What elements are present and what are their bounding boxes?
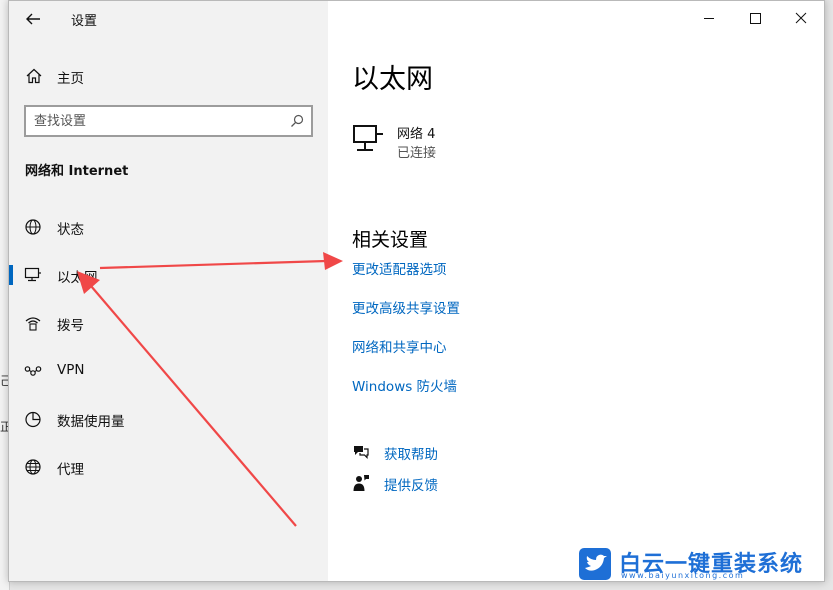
sidebar-item-label: 状态 (57, 222, 84, 238)
sidebar-item-label: 以太网 (57, 270, 98, 286)
windows-firewall-link[interactable]: Windows 防火墙 (352, 375, 457, 395)
network-name: 网络 4 (397, 127, 436, 142)
data-usage-icon (24, 410, 42, 428)
settings-window: 设置 主页 网络和 Internet 状态 以太网 (8, 0, 825, 582)
maximize-button[interactable] (732, 1, 778, 35)
feedback-row[interactable]: 提供反馈 (352, 472, 552, 494)
change-adapter-options-link[interactable]: 更改适配器选项 (352, 258, 447, 278)
network-status: 已连接 (397, 146, 437, 161)
sidebar-item-data-usage[interactable]: 数据使用量 (9, 402, 328, 436)
sidebar-item-label: VPN (57, 362, 85, 378)
minimize-button[interactable] (686, 1, 732, 35)
home-nav-item[interactable]: 主页 (9, 61, 328, 91)
sidebar-item-status[interactable]: 状态 (9, 210, 328, 244)
home-label: 主页 (57, 71, 84, 87)
globe-status-icon (24, 218, 42, 236)
app-title: 设置 (71, 14, 98, 29)
close-button[interactable] (778, 1, 824, 35)
get-help-link[interactable]: 获取帮助 (384, 443, 438, 463)
search-box[interactable] (24, 105, 313, 137)
network-sharing-center-link[interactable]: 网络和共享中心 (352, 336, 447, 356)
sidebar-item-label: 拨号 (57, 318, 84, 334)
sidebar: 设置 主页 网络和 Internet 状态 以太网 (9, 1, 328, 581)
ethernet-monitor-icon (352, 123, 386, 155)
watermark: 白云一键重装系统 www.baiyunxitong.com (575, 546, 825, 582)
change-sharing-settings-link[interactable]: 更改高级共享设置 (352, 297, 460, 317)
search-input[interactable] (34, 111, 274, 131)
sidebar-item-dialup[interactable]: 拨号 (9, 306, 328, 340)
section-title: 网络和 Internet (25, 164, 129, 179)
selection-indicator (9, 265, 13, 285)
close-icon (795, 12, 807, 24)
sidebar-item-label: 数据使用量 (57, 414, 125, 430)
sidebar-item-proxy[interactable]: 代理 (9, 450, 328, 484)
sidebar-item-vpn[interactable]: VPN (9, 354, 328, 388)
vpn-icon (24, 362, 42, 380)
ethernet-monitor-icon (24, 266, 42, 284)
network-card[interactable]: 网络 4 已连接 (352, 121, 652, 161)
get-help-row[interactable]: 获取帮助 (352, 441, 552, 463)
back-arrow-icon[interactable] (23, 9, 43, 29)
sidebar-item-label: 代理 (57, 462, 84, 478)
home-icon (25, 67, 43, 85)
feedback-person-icon (352, 474, 370, 492)
sidebar-item-ethernet[interactable]: 以太网 (9, 258, 328, 292)
dialup-icon (24, 314, 42, 332)
bird-logo-icon (579, 548, 611, 580)
title-bar: 设置 (9, 1, 328, 37)
maximize-icon (750, 13, 761, 24)
search-icon[interactable] (289, 113, 305, 129)
page-title: 以太网 (352, 64, 433, 95)
main-content: 以太网 网络 4 已连接 相关设置 更改适配器选项 更改高级共享设置 网络和共享… (328, 1, 824, 581)
feedback-link[interactable]: 提供反馈 (384, 474, 438, 494)
related-settings-title: 相关设置 (352, 229, 429, 251)
minimize-icon (704, 18, 714, 19)
watermark-url: www.baiyunxitong.com (621, 571, 745, 580)
help-chat-icon (352, 443, 370, 461)
proxy-globe-icon (24, 458, 42, 476)
